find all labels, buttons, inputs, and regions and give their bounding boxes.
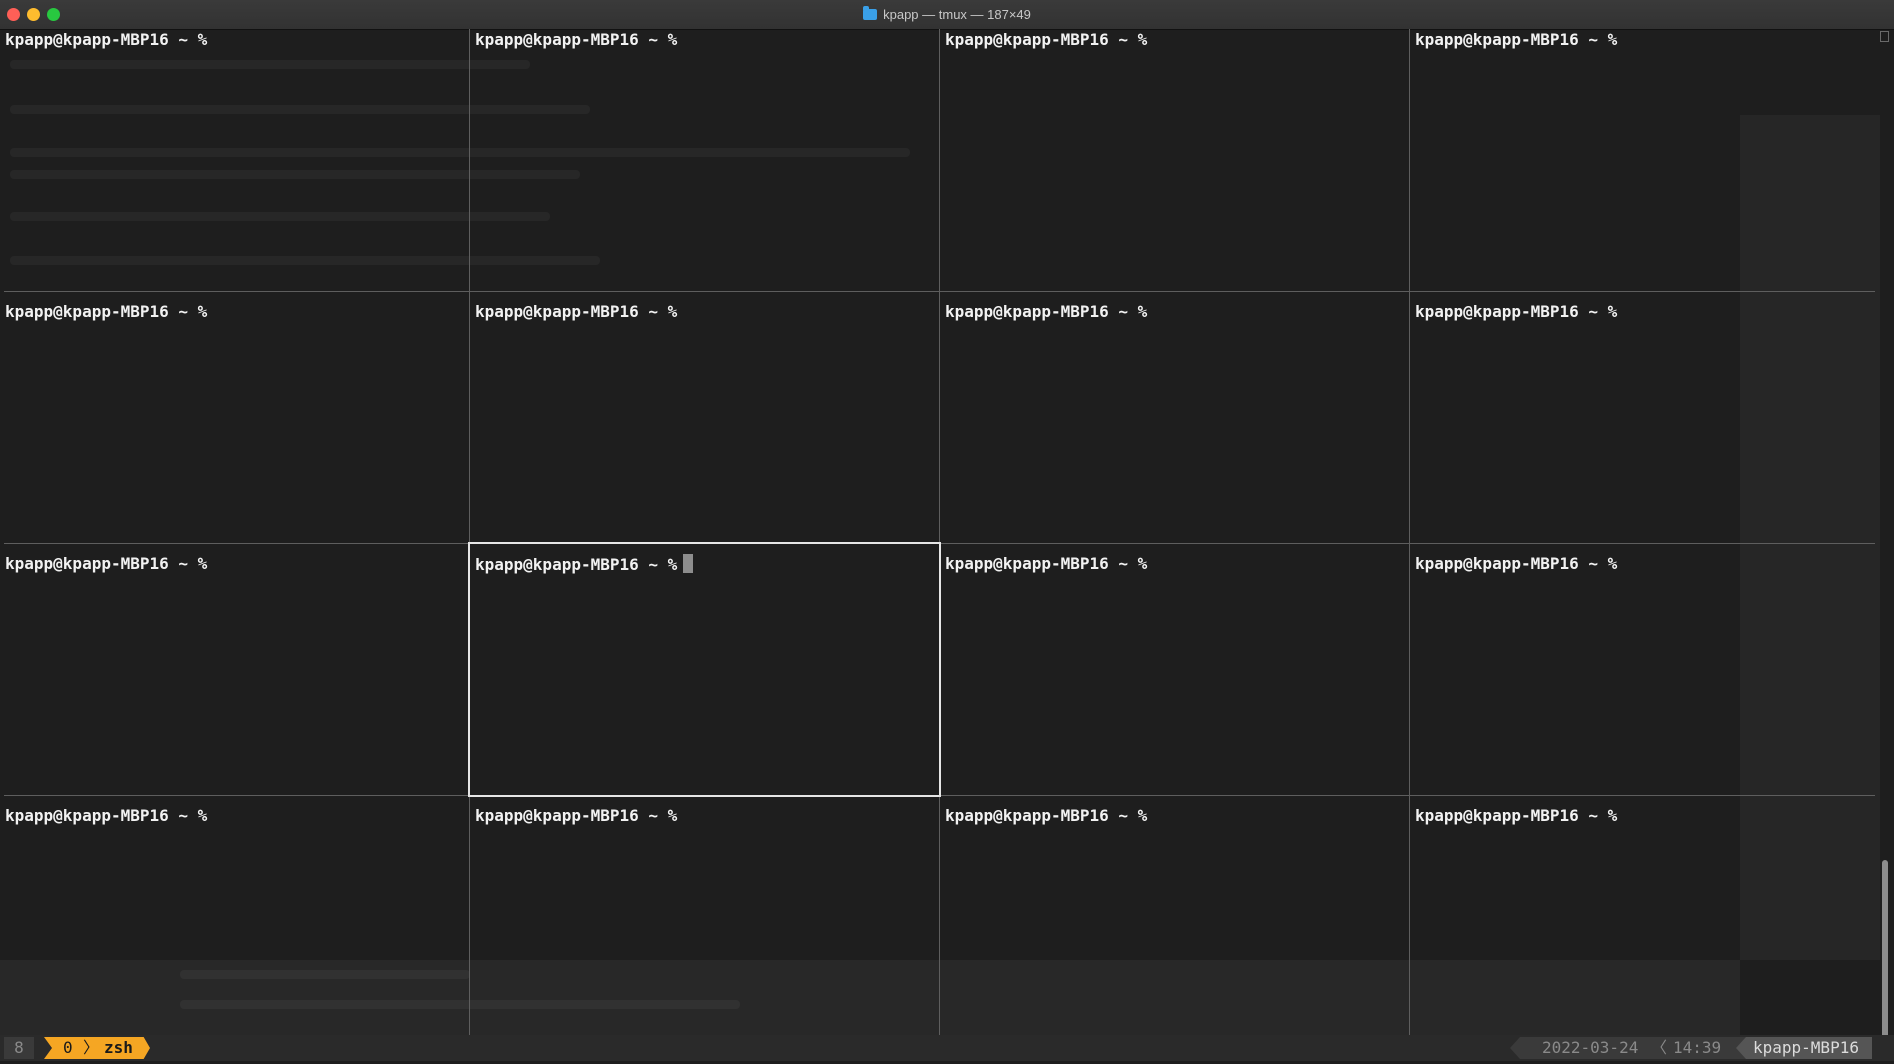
shell-prompt: kpapp@kpapp-MBP16 ~ % [945, 30, 1148, 49]
window-name[interactable]: zsh [104, 1037, 133, 1059]
tmux-pane[interactable]: kpapp@kpapp-MBP16 ~ % [0, 29, 469, 291]
tmux-pane-active[interactable]: kpapp@kpapp-MBP16 ~ % [470, 544, 939, 795]
status-date: 2022-03-24 [1542, 1038, 1639, 1057]
tmux-pane[interactable]: kpapp@kpapp-MBP16 ~ % [1410, 292, 1879, 543]
tmux-pane[interactable]: kpapp@kpapp-MBP16 ~ % [470, 29, 939, 291]
tmux-pane[interactable]: kpapp@kpapp-MBP16 ~ % [0, 796, 469, 1035]
tmux-pane[interactable]: kpapp@kpapp-MBP16 ~ % [0, 544, 469, 795]
shell-prompt: kpapp@kpapp-MBP16 ~ % [475, 302, 678, 321]
shell-prompt: kpapp@kpapp-MBP16 ~ % [5, 302, 208, 321]
tmux-pane[interactable]: kpapp@kpapp-MBP16 ~ % [1410, 796, 1879, 1035]
folder-icon [863, 6, 878, 20]
tmux-pane[interactable]: kpapp@kpapp-MBP16 ~ % [1410, 29, 1879, 291]
tmux-pane[interactable]: kpapp@kpapp-MBP16 ~ % [470, 292, 939, 543]
terminal-window: kpapp — tmux — 187×49 kpapp@kpapp-MBP16 … [0, 0, 1894, 1064]
shell-prompt: kpapp@kpapp-MBP16 ~ % [5, 30, 208, 49]
cursor-block [683, 554, 694, 573]
shell-prompt: kpapp@kpapp-MBP16 ~ % [945, 302, 1148, 321]
window-title: kpapp — tmux — 187×49 [883, 7, 1031, 22]
tmux-pane[interactable]: kpapp@kpapp-MBP16 ~ % [470, 796, 939, 1035]
shell-prompt: kpapp@kpapp-MBP16 ~ % [1415, 30, 1618, 49]
shell-prompt: kpapp@kpapp-MBP16 ~ % [475, 30, 678, 49]
shell-prompt: kpapp@kpapp-MBP16 ~ % [1415, 554, 1618, 573]
tmux-pane[interactable]: kpapp@kpapp-MBP16 ~ % [0, 292, 469, 543]
title-bar: kpapp — tmux — 187×49 [0, 0, 1894, 30]
shell-prompt: kpapp@kpapp-MBP16 ~ % [5, 554, 208, 573]
shell-prompt: kpapp@kpapp-MBP16 ~ % [945, 806, 1148, 825]
tmux-pane[interactable]: kpapp@kpapp-MBP16 ~ % [1410, 544, 1879, 795]
shell-prompt: kpapp@kpapp-MBP16 ~ % [945, 554, 1148, 573]
tmux-pane[interactable]: kpapp@kpapp-MBP16 ~ % [940, 29, 1409, 291]
window-separator: 〉 [83, 1038, 100, 1057]
window-index[interactable]: 0 [63, 1037, 73, 1059]
tmux-status-bar: 8 0 〉 zsh 2022-03-24 〈 14:39 kpapp-MBP16 [0, 1035, 1894, 1061]
status-separator: 〈 [1651, 1038, 1668, 1057]
tmux-pane[interactable]: kpapp@kpapp-MBP16 ~ % [940, 544, 1409, 795]
shell-prompt: kpapp@kpapp-MBP16 ~ % [5, 806, 208, 825]
scrollbar-button[interactable] [1880, 31, 1889, 42]
shell-prompt: kpapp@kpapp-MBP16 ~ % [1415, 806, 1618, 825]
shell-prompt-text: kpapp@kpapp-MBP16 ~ % [475, 555, 678, 574]
shell-prompt-active: kpapp@kpapp-MBP16 ~ % [475, 554, 694, 574]
session-indicator: 8 [4, 1037, 34, 1059]
tmux-pane[interactable]: kpapp@kpapp-MBP16 ~ % [940, 292, 1409, 543]
shell-prompt: kpapp@kpapp-MBP16 ~ % [1415, 302, 1618, 321]
tmux-pane[interactable]: kpapp@kpapp-MBP16 ~ % [940, 796, 1409, 1035]
title-container: kpapp — tmux — 187×49 [0, 0, 1894, 29]
scrollbar-thumb[interactable] [1882, 860, 1888, 1058]
status-time: 14:39 [1673, 1038, 1722, 1057]
status-hostname: kpapp-MBP16 [1753, 1038, 1859, 1057]
shell-prompt: kpapp@kpapp-MBP16 ~ % [475, 806, 678, 825]
